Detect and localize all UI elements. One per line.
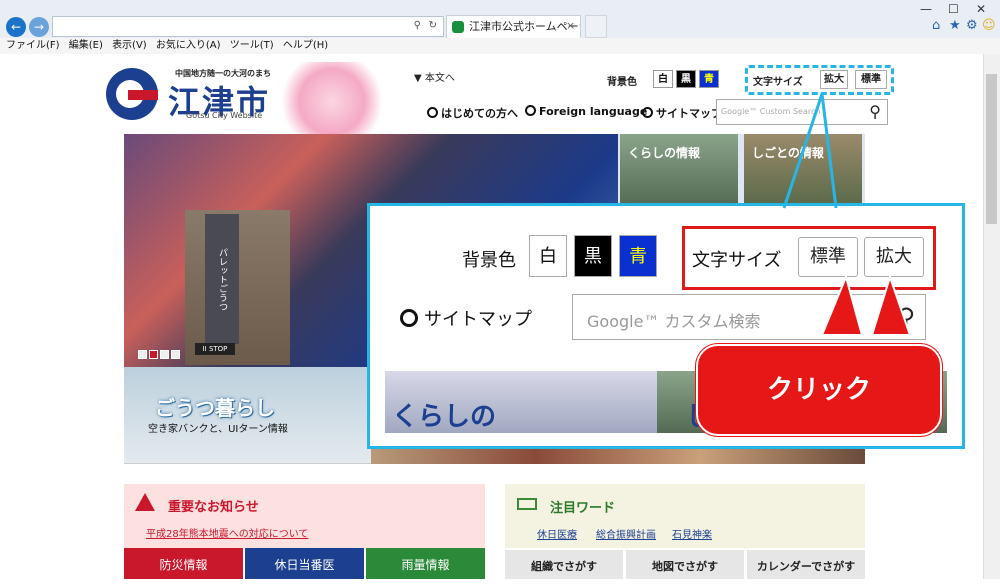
zoom-text-enlarge-button[interactable]: 拡大: [864, 237, 924, 277]
banner-title: ごうつ暮らし: [155, 396, 275, 420]
text-size-label: 文字サイズ: [753, 77, 803, 88]
important-notice-title: 重要なお知らせ: [168, 500, 259, 515]
menu-view[interactable]: 表示(V): [112, 38, 147, 54]
earthquake-response-link[interactable]: 平成28年熊本地震への対応について: [146, 525, 308, 540]
slide-dot[interactable]: [160, 350, 169, 359]
city-english-name: Gotsu City Website: [186, 111, 263, 120]
connector-line-right: [820, 93, 838, 209]
find-by-map-button[interactable]: 地図でさがす: [626, 550, 744, 579]
background-color-label: 背景色: [607, 77, 637, 88]
zoom-sitemap-link[interactable]: サイトマップ: [400, 305, 532, 331]
find-by-calendar-button[interactable]: カレンダーでさがす: [747, 550, 865, 579]
tab-disaster-info[interactable]: 防災情報: [124, 548, 243, 579]
smiley-feedback-icon[interactable]: ☺: [982, 18, 996, 33]
new-tab-button[interactable]: [585, 15, 607, 38]
slideshow-stop-button[interactable]: II STOP: [195, 343, 235, 355]
city-logo-icon[interactable]: [106, 68, 158, 120]
keyword-development-plan[interactable]: 総合振興計画: [596, 526, 656, 541]
zoom-text-standard-button[interactable]: 標準: [798, 237, 858, 277]
banner-subtitle: 空き家バンクと、UIターン情報: [148, 424, 288, 435]
keyword-holiday-medical[interactable]: 休日医療: [537, 526, 577, 541]
nav-sitemap[interactable]: サイトマップ: [642, 105, 722, 121]
connector-line-left: [782, 93, 824, 209]
menu-favorites[interactable]: お気に入り(A): [156, 38, 221, 54]
menu-edit[interactable]: 編集(E): [69, 38, 103, 54]
zoom-bg-black-button[interactable]: 黒: [574, 235, 612, 277]
refresh-icon[interactable]: ↻: [429, 20, 437, 31]
slide-dot[interactable]: [138, 350, 147, 359]
menu-tools[interactable]: ツール(T): [230, 38, 274, 54]
home-icon[interactable]: ⌂: [932, 18, 940, 33]
scrollbar-thumb[interactable]: [986, 74, 997, 224]
zoom-bg-white-button[interactable]: 白: [529, 235, 567, 277]
maximize-icon[interactable]: ☐: [948, 2, 959, 16]
slide-dot[interactable]: [171, 350, 180, 359]
keywords-icon: [517, 498, 537, 510]
settings-gear-icon[interactable]: ⚙: [966, 18, 978, 33]
bg-white-button[interactable]: 白: [653, 70, 673, 88]
zoom-bg-blue-button[interactable]: 青: [619, 235, 657, 277]
search-icon[interactable]: ⚲: [869, 102, 881, 121]
menu-file[interactable]: ファイル(F): [6, 38, 60, 54]
menu-bar: ファイル(F) 編集(E) 表示(V) お気に入り(A) ツール(T) ヘルプ(…: [0, 38, 1000, 54]
favorites-star-icon[interactable]: ★: [949, 18, 961, 33]
tab-holiday-doctor[interactable]: 休日当番医: [245, 548, 364, 579]
callout-pointer-shapes: [820, 275, 912, 336]
keyword-iwami-kagura[interactable]: 石見神楽: [672, 526, 712, 541]
back-arrow-icon[interactable]: ←: [6, 17, 26, 37]
close-window-icon[interactable]: ✕: [976, 2, 986, 16]
search-icon[interactable]: ⚲: [414, 20, 421, 31]
click-callout-bubble: クリック: [696, 344, 942, 436]
keywords-title: 注目ワード: [550, 501, 616, 516]
nav-foreign-language[interactable]: Foreign language: [525, 105, 647, 118]
flower-decoration: [272, 62, 392, 134]
menu-help[interactable]: ヘルプ(H): [283, 38, 328, 54]
tab-title: 江津市公式ホームページ: [469, 20, 581, 33]
address-bar[interactable]: ⚲ ↻: [52, 16, 444, 37]
callout-connector-lines: [782, 93, 838, 209]
bg-black-button[interactable]: 黒: [676, 70, 696, 88]
browser-tab[interactable]: 江津市公式ホームページ: [446, 15, 581, 38]
callout-pointer-left: [820, 275, 864, 336]
building-sign: パレットごうつ: [205, 214, 239, 344]
skip-to-content-link[interactable]: ▼ 本文へ: [414, 69, 455, 84]
skip-to-content-label: 本文へ: [424, 73, 455, 84]
slide-dot-active[interactable]: [149, 350, 158, 359]
tab-rainfall-info[interactable]: 雨量情報: [366, 548, 485, 579]
nav-first-visit[interactable]: はじめての方へ: [427, 105, 518, 121]
minimize-icon[interactable]: —: [920, 2, 932, 16]
chevron-down-icon: ▼: [414, 73, 422, 84]
site-favicon-icon: [452, 21, 464, 33]
text-standard-button[interactable]: 標準: [855, 70, 887, 89]
close-tab-icon[interactable]: ×: [566, 19, 575, 32]
forward-arrow-icon[interactable]: →: [29, 17, 49, 37]
text-enlarge-button[interactable]: 拡大: [820, 70, 848, 89]
zoom-bg-label: 背景色: [462, 250, 516, 271]
find-by-organization-button[interactable]: 組織でさがす: [505, 550, 623, 579]
zoom-text-size-label: 文字サイズ: [692, 250, 782, 271]
living-info-card[interactable]: くらしの情報: [620, 134, 738, 206]
warning-icon: [135, 493, 155, 511]
zoom-search-placeholder: Google™ カスタム検索: [587, 312, 761, 331]
callout-pointer-right: [870, 275, 912, 336]
slideshow-indicators: [138, 344, 182, 363]
zoom-living-text: くらしの: [392, 402, 497, 432]
bg-blue-button[interactable]: 青: [699, 70, 719, 88]
